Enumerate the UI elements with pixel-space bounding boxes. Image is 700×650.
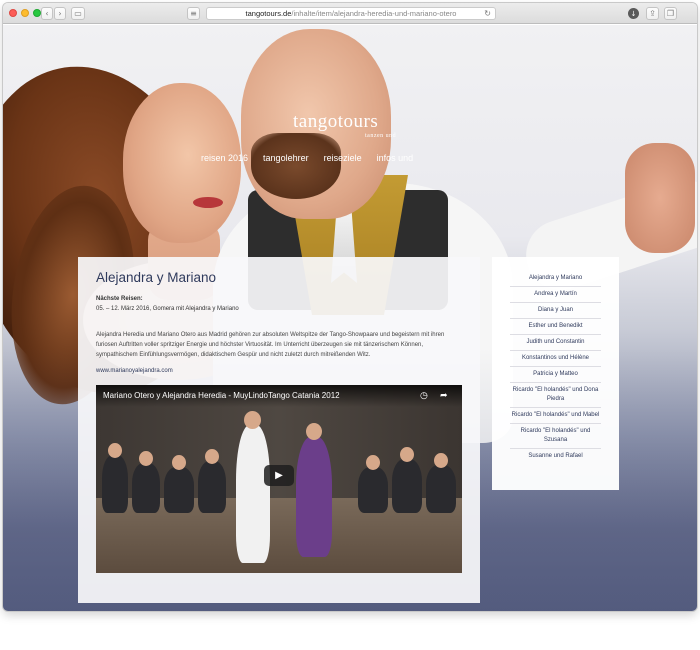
window-controls bbox=[9, 9, 41, 17]
back-icon[interactable]: ‹ bbox=[41, 7, 53, 20]
sidebar-item-ricardo-und-dona-piedra[interactable]: Ricardo "El holandés" und Dona Piedra bbox=[510, 383, 601, 408]
nav-item-infos[interactable]: infos und bbox=[377, 153, 414, 163]
video-figure-head bbox=[139, 451, 153, 466]
video-figure bbox=[132, 463, 160, 513]
video-embed[interactable]: Mariano Otero y Alejandra Heredia - MuyL… bbox=[96, 385, 462, 573]
tabs-icon[interactable]: ❐ bbox=[664, 7, 677, 20]
share-toolbar-icon[interactable]: ⇪ bbox=[646, 7, 659, 20]
sidebar-item-diana-y-juan[interactable]: Diana y Juan bbox=[510, 303, 601, 319]
sidebar-item-patricia-y-matteo[interactable]: Patricia y Matteo bbox=[510, 367, 601, 383]
url-path: /inhalte/item/alejandra-heredia-und-mari… bbox=[291, 9, 457, 18]
sidebar-item-alejandra-y-mariano[interactable]: Alejandra y Mariano bbox=[510, 271, 601, 287]
downloads-icon[interactable]: ↓ bbox=[628, 8, 639, 19]
video-figure bbox=[102, 455, 128, 513]
video-figure bbox=[392, 459, 422, 513]
url-domain: tangotours.de bbox=[245, 9, 292, 18]
browser-toolbar: ‹ › ▭ ≡ tangotours.de/inhalte/item/aleja… bbox=[3, 3, 697, 24]
content-card: Alejandra y Mariano Nächste Reisen: 05. … bbox=[78, 257, 480, 603]
site-tagline: tanzen und bbox=[365, 133, 397, 139]
sidebar-item-konstantinos-und-helene[interactable]: Konstantinos und Hélène bbox=[510, 351, 601, 367]
minimize-window-button[interactable] bbox=[21, 9, 29, 17]
sidebar-item-judith-und-constantin[interactable]: Judith und Constantin bbox=[510, 335, 601, 351]
teacher-list: Alejandra y Mariano Andrea y Martín Dian… bbox=[492, 271, 619, 464]
main-nav: reisen 2016 tangolehrer reiseziele infos… bbox=[201, 153, 428, 163]
video-figure bbox=[164, 467, 194, 513]
page-viewport: tangotours tanzen und reisen 2016 tangol… bbox=[3, 25, 697, 611]
video-figure-head bbox=[434, 453, 448, 468]
video-figure-head bbox=[400, 447, 414, 462]
teacher-description: Alejandra Heredia und Mariano Otero aus … bbox=[96, 332, 445, 358]
next-trip-date: 05. – 12. März 2016, Gomera mit Alejandr… bbox=[96, 306, 239, 312]
video-figure-head bbox=[108, 443, 122, 458]
video-figure-head bbox=[366, 455, 380, 470]
address-bar[interactable]: tangotours.de/inhalte/item/alejandra-her… bbox=[206, 7, 496, 20]
sidebar-item-ricardo-und-mabel[interactable]: Ricardo "El holandés" und Mabel bbox=[510, 408, 601, 424]
sidebar-item-ricardo-und-szusana[interactable]: Ricardo "El holandés" und Szusana bbox=[510, 424, 601, 449]
reload-icon[interactable]: ↻ bbox=[484, 9, 491, 18]
video-figure bbox=[198, 461, 226, 513]
reader-icon[interactable]: ≡ bbox=[187, 7, 200, 20]
website-link[interactable]: www.marianoyalejandra.com bbox=[96, 368, 173, 374]
nav-item-reisen[interactable]: reisen 2016 bbox=[201, 153, 248, 163]
share-icon[interactable]: ➦ bbox=[440, 391, 448, 401]
close-window-button[interactable] bbox=[9, 9, 17, 17]
video-figure-head bbox=[172, 455, 186, 470]
site-logo[interactable]: tangotours bbox=[293, 111, 378, 133]
video-dancer-man bbox=[236, 425, 270, 563]
video-dancer-woman-head bbox=[306, 423, 322, 440]
sidebar-item-susanne-und-rafael[interactable]: Susanne und Rafael bbox=[510, 449, 601, 464]
next-trips-label: Nächste Reisen: bbox=[96, 296, 143, 302]
play-icon[interactable]: ▶ bbox=[264, 465, 294, 486]
nav-item-tangolehrer[interactable]: tangolehrer bbox=[263, 153, 309, 163]
browser-window: ‹ › ▭ ≡ tangotours.de/inhalte/item/aleja… bbox=[3, 3, 697, 611]
video-figure bbox=[358, 467, 388, 513]
page-title: Alejandra y Mariano bbox=[96, 270, 217, 285]
sidebar-item-andrea-y-martin[interactable]: Andrea y Martín bbox=[510, 287, 601, 303]
video-figure-head bbox=[205, 449, 219, 464]
sidebar-toggle-icon[interactable]: ▭ bbox=[71, 7, 85, 20]
video-title[interactable]: Mariano Otero y Alejandra Heredia - MuyL… bbox=[103, 391, 340, 400]
teacher-list-sidebar: Alejandra y Mariano Andrea y Martín Dian… bbox=[492, 257, 619, 490]
sidebar-item-esther-und-benedikt[interactable]: Esther und Benedikt bbox=[510, 319, 601, 335]
zoom-window-button[interactable] bbox=[33, 9, 41, 17]
video-figure bbox=[426, 465, 456, 513]
clock-icon[interactable]: ◷ bbox=[420, 391, 428, 401]
video-dancer-woman bbox=[296, 437, 332, 557]
forward-icon[interactable]: › bbox=[54, 7, 66, 20]
nav-item-reiseziele[interactable]: reiseziele bbox=[324, 153, 362, 163]
video-dancer-man-head bbox=[244, 411, 261, 429]
